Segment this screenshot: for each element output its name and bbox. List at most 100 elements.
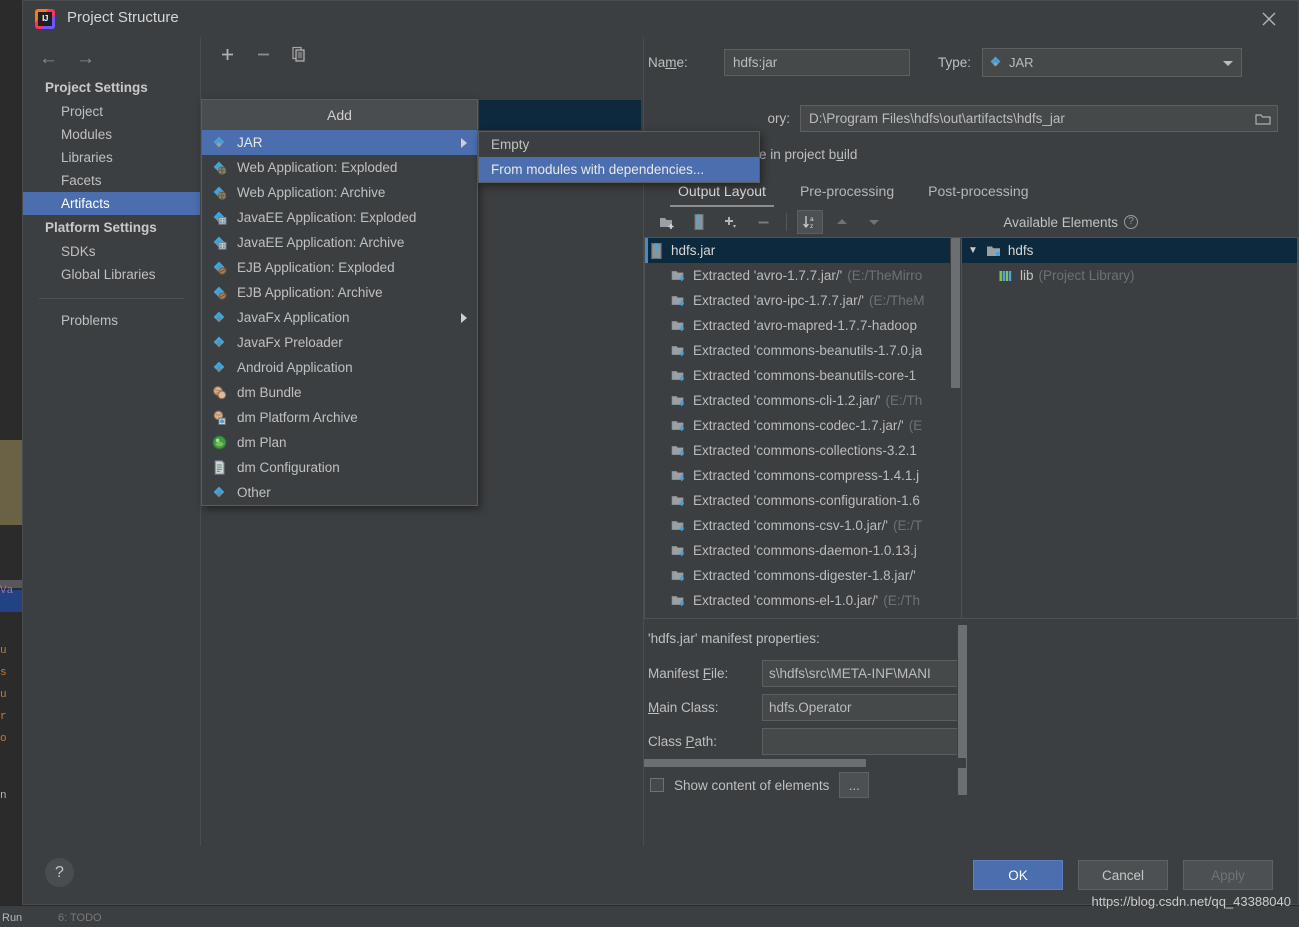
artifact-type-select[interactable]: JAR bbox=[982, 47, 1242, 77]
add-menu-item-javaee-application-archive[interactable]: JavaEE Application: Archive bbox=[202, 230, 477, 255]
arrow-left-icon[interactable]: ← bbox=[39, 49, 58, 68]
tree-row[interactable]: Extracted 'avro-mapred-1.7.7-hadoop bbox=[645, 313, 961, 338]
tree-row[interactable]: Extracted 'commons-csv-1.0.jar/' (E:/T bbox=[645, 513, 961, 538]
sort-alpha-icon[interactable]: a z bbox=[797, 210, 823, 234]
tree-row[interactable]: Extracted 'avro-1.7.7.jar/' (E:/TheMirro bbox=[645, 263, 961, 288]
arrow-down-icon[interactable] bbox=[861, 210, 887, 234]
available-tree-root[interactable]: ▼ hdfs bbox=[962, 238, 1297, 263]
folder-browse-icon[interactable] bbox=[1255, 112, 1271, 126]
available-lib-label: lib bbox=[1020, 268, 1034, 283]
add-menu-item-web-application-exploded[interactable]: Web Application: Exploded bbox=[202, 155, 477, 180]
add-menu-item-web-application-archive[interactable]: Web Application: Archive bbox=[202, 180, 477, 205]
tree-row[interactable]: Extracted 'commons-digester-1.8.jar/' bbox=[645, 563, 961, 588]
add-menu-item-dm-plan[interactable]: dm Plan bbox=[202, 430, 477, 455]
tree-item-label: Extracted 'commons-daemon-1.0.13.j bbox=[693, 543, 917, 558]
apply-button[interactable]: Apply bbox=[1183, 860, 1273, 890]
artifact-name-input[interactable]: hdfs:jar bbox=[724, 48, 910, 76]
sidebar-item-problems[interactable]: Problems bbox=[23, 309, 200, 332]
add-menu-item-label: Other bbox=[237, 485, 271, 500]
add-menu-item-label: JAR bbox=[237, 135, 263, 150]
remove-element-icon[interactable] bbox=[750, 210, 776, 234]
add-menu-item-dm-platform-archive[interactable]: dm Platform Archive bbox=[202, 405, 477, 430]
tree-item-label: Extracted 'avro-mapred-1.7.7-hadoop bbox=[693, 318, 917, 333]
available-elements-tree[interactable]: ▼ hdfs lib (Project Library) bbox=[962, 237, 1298, 619]
tree-row[interactable]: Extracted 'commons-daemon-1.0.13.j bbox=[645, 538, 961, 563]
plus-icon[interactable] bbox=[215, 42, 239, 66]
tree-row[interactable]: Extracted 'commons-el-1.0.jar/' (E:/Th bbox=[645, 588, 961, 613]
add-menu-item-label: dm Plan bbox=[237, 435, 287, 450]
manifest-vscrollbar[interactable] bbox=[957, 623, 968, 813]
manifest-file-input[interactable]: s\hdfs\src\META-INF\MANI bbox=[762, 659, 966, 687]
show-content-checkbox[interactable] bbox=[650, 778, 664, 792]
tree-row[interactable]: Extracted 'commons-codec-1.7.jar/' (E bbox=[645, 413, 961, 438]
submenu-item-empty[interactable]: Empty bbox=[479, 132, 759, 157]
add-menu-item-other[interactable]: Other bbox=[202, 480, 477, 505]
add-menu-item-ejb-application-archive[interactable]: EJB Application: Archive bbox=[202, 280, 477, 305]
show-content-options-button[interactable]: ... bbox=[839, 772, 870, 798]
output-tree-vscrollbar[interactable] bbox=[950, 238, 961, 618]
tree-item-label: Extracted 'commons-el-1.0.jar/' bbox=[693, 593, 879, 608]
main-class-input[interactable]: hdfs.Operator bbox=[762, 693, 966, 721]
sidebar-item-project[interactable]: Project bbox=[23, 100, 200, 123]
add-menu-item-javafx-preloader[interactable]: JavaFx Preloader bbox=[202, 330, 477, 355]
ide-code-fragment: o bbox=[0, 733, 7, 745]
ok-button[interactable]: OK bbox=[973, 860, 1063, 890]
available-tree-item-lib[interactable]: lib (Project Library) bbox=[962, 263, 1297, 288]
question-mark-icon[interactable]: ? bbox=[1124, 215, 1138, 229]
sidebar-item-global-libraries[interactable]: Global Libraries bbox=[23, 263, 200, 286]
tab-post-processing[interactable]: Post-processing bbox=[914, 177, 1042, 207]
help-button[interactable]: ? bbox=[45, 858, 74, 887]
new-archive-icon[interactable] bbox=[686, 210, 712, 234]
ide-run-label[interactable]: Run bbox=[2, 912, 22, 924]
show-content-row: Show content of elements ... bbox=[644, 772, 1298, 798]
name-type-row: Name: hdfs:jar Type: JAR bbox=[644, 47, 1298, 77]
add-menu-item-dm-configuration[interactable]: dm Configuration bbox=[202, 455, 477, 480]
tab-pre-processing[interactable]: Pre-processing bbox=[786, 177, 908, 207]
class-path-label: Class Path: bbox=[648, 733, 718, 749]
triangle-down-icon[interactable]: ▼ bbox=[968, 245, 978, 256]
add-menu-item-javaee-application-exploded[interactable]: JavaEE Application: Exploded bbox=[202, 205, 477, 230]
sidebar-item-artifacts[interactable]: Artifacts bbox=[23, 192, 200, 215]
tree-row-root[interactable]: hdfs.jar bbox=[645, 238, 961, 263]
tree-root-label: hdfs.jar bbox=[671, 243, 716, 258]
tree-row[interactable]: Extracted 'avro-ipc-1.7.7.jar/' (E:/TheM bbox=[645, 288, 961, 313]
available-elements-header: Available Elements ? bbox=[1003, 215, 1298, 230]
close-icon[interactable] bbox=[1256, 7, 1282, 33]
cancel-button[interactable]: Cancel bbox=[1078, 860, 1168, 890]
arrow-right-icon[interactable]: → bbox=[76, 49, 95, 68]
add-menu-item-android-application[interactable]: Android Application bbox=[202, 355, 477, 380]
tree-row[interactable]: Extracted 'commons-collections-3.2.1 bbox=[645, 438, 961, 463]
add-menu-item-jar[interactable]: JAR bbox=[202, 130, 477, 155]
tree-row[interactable]: Extracted 'commons-beanutils-core-1 bbox=[645, 363, 961, 388]
add-menu-item-javafx-application[interactable]: JavaFx Application bbox=[202, 305, 477, 330]
sidebar-item-libraries[interactable]: Libraries bbox=[23, 146, 200, 169]
sidebar-item-modules[interactable]: Modules bbox=[23, 123, 200, 146]
submenu-arrow-icon bbox=[461, 313, 467, 323]
add-menu-item-dm-bundle[interactable]: dm Bundle bbox=[202, 380, 477, 405]
tree-item-path: (E:/TheM bbox=[868, 293, 925, 308]
tree-item-label: Extracted 'commons-digester-1.8.jar/' bbox=[693, 568, 916, 583]
ide-todo-label[interactable]: 6: TODO bbox=[58, 912, 102, 924]
class-path-input[interactable] bbox=[762, 727, 966, 755]
toolbar-divider bbox=[786, 213, 787, 231]
minus-icon[interactable] bbox=[251, 42, 275, 66]
tree-row[interactable]: Extracted 'commons-cli-1.2.jar/' (E:/Th bbox=[645, 388, 961, 413]
tree-item-label: Extracted 'commons-beanutils-core-1 bbox=[693, 368, 917, 383]
tree-row[interactable]: Extracted 'commons-configuration-1.6 bbox=[645, 488, 961, 513]
new-directory-icon[interactable] bbox=[654, 210, 680, 234]
add-copy-icon[interactable] bbox=[718, 210, 744, 234]
submenu-item-from-modules[interactable]: From modules with dependencies... bbox=[479, 157, 759, 182]
output-layout-tree[interactable]: hdfs.jar Extracted 'avro-1.7.7.jar/' (E:/… bbox=[644, 237, 962, 619]
arrow-up-icon[interactable] bbox=[829, 210, 855, 234]
tree-row[interactable]: Extracted 'commons-beanutils-1.7.0.ja bbox=[645, 338, 961, 363]
add-menu-item-ejb-application-exploded[interactable]: EJB Application: Exploded bbox=[202, 255, 477, 280]
tree-row[interactable]: Extracted 'commons-compress-1.4.1.j bbox=[645, 463, 961, 488]
sidebar-item-sdks[interactable]: SDKs bbox=[23, 240, 200, 263]
copy-icon[interactable] bbox=[287, 42, 311, 66]
sidebar-item-facets[interactable]: Facets bbox=[23, 169, 200, 192]
layout-trees: hdfs.jar Extracted 'avro-1.7.7.jar/' (E:/… bbox=[644, 237, 1298, 619]
manifest-hscrollbar[interactable] bbox=[644, 758, 966, 768]
output-directory-input[interactable]: D:\Program Files\hdfs\out\artifacts\hdfs… bbox=[800, 104, 1278, 132]
ide-code-fragment: s bbox=[0, 667, 7, 679]
chevron-down-icon bbox=[1223, 60, 1233, 66]
